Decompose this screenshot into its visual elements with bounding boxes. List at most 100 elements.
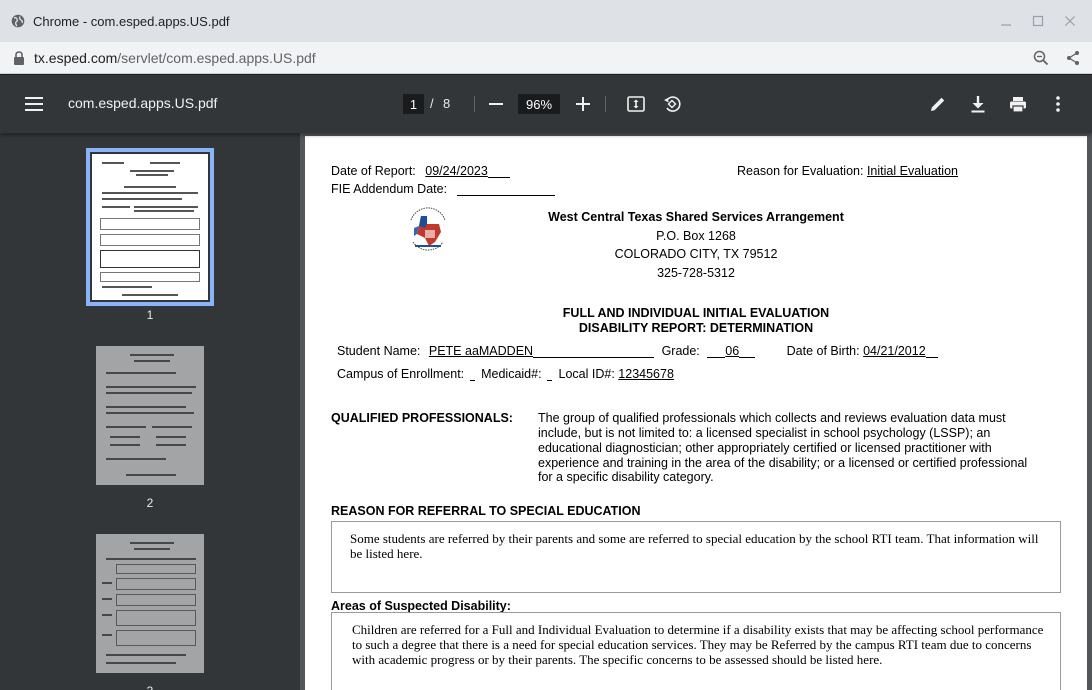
rotate-button[interactable]	[660, 92, 684, 116]
maximize-icon	[1032, 15, 1044, 27]
thumb-line	[102, 634, 112, 636]
org-po: P.O. Box 1268	[656, 229, 736, 243]
thumb-line	[106, 412, 194, 414]
local-id-label: Local ID#:	[558, 367, 615, 381]
download-button[interactable]	[966, 92, 990, 116]
local-id-value: 12345678	[618, 367, 674, 381]
thumb-line	[136, 174, 168, 176]
thumb-box	[100, 272, 200, 282]
pdf-toolbar: com.esped.apps.US.pdf 1 / 8 96%	[0, 75, 1092, 133]
thumb-line	[152, 426, 192, 428]
total-pages: 8	[443, 96, 451, 111]
qualified-line-1: The group of qualified professionals whi…	[538, 411, 1006, 425]
thumb-line	[106, 458, 166, 460]
report-heading-1: FULL AND INDIVIDUAL INITIAL EVALUATION	[562, 306, 830, 320]
thumb-line	[106, 654, 186, 656]
thumb-box	[116, 594, 196, 606]
thumb-line	[110, 436, 140, 438]
underline-blank	[707, 346, 726, 358]
thumb-line	[102, 614, 112, 616]
thumb-line	[134, 360, 170, 362]
url-host: tx.esped.com	[34, 49, 118, 66]
thumb-line	[106, 386, 196, 388]
address-bar[interactable]: tx.esped.com/servlet/com.esped.apps.US.p…	[0, 42, 1092, 74]
qualified-line-4: experience and training in the area of t…	[538, 456, 1028, 470]
print-button[interactable]	[1006, 92, 1030, 116]
thumb-line	[134, 210, 194, 212]
zoom-level-input[interactable]: 96%	[518, 94, 560, 114]
report-heading-2: DISABILITY REPORT: DETERMINATION	[578, 321, 814, 335]
student-name-label: Student Name:	[337, 344, 421, 358]
reason-evaluation-label: Reason for Evaluation:	[737, 164, 864, 178]
thumbnail-label-2: 2	[146, 496, 154, 510]
suspected-disability-text: Children are referred for a Full and Ind…	[352, 622, 1044, 667]
thumbnail-sidebar[interactable]: 1 2 3	[0, 133, 300, 690]
pdf-page: Date of Report: 09/24/2023 Reason for Ev…	[305, 136, 1087, 690]
menu-button[interactable]	[22, 92, 46, 116]
page-thumbnail-3[interactable]	[96, 534, 204, 673]
suspected-disability-box: Children are referred for a Full and Ind…	[331, 612, 1061, 690]
qualified-line-3: educational diagnostician; other appropr…	[538, 441, 992, 455]
referral-box: Some students are referred by their pare…	[331, 521, 1061, 593]
org-phone: 325-728-5312	[657, 266, 735, 280]
thumb-box	[100, 250, 200, 268]
more-vert-icon	[1056, 96, 1060, 112]
thumb-box	[116, 630, 196, 646]
fit-to-page-button[interactable]	[624, 92, 648, 116]
document-name: com.esped.apps.US.pdf	[68, 95, 218, 111]
printer-icon	[1010, 96, 1026, 113]
thumb-line	[106, 426, 146, 428]
qualified-professionals-label: QUALIFIED PROFESSIONALS:	[331, 411, 513, 425]
thumb-line	[156, 436, 186, 438]
grade-value: 06	[725, 344, 740, 358]
thumb-box	[116, 564, 196, 574]
thumb-line	[106, 392, 192, 394]
window-controls	[990, 0, 1086, 42]
thumb-line	[102, 206, 130, 208]
window-title: Chrome - com.esped.apps.US.pdf	[33, 13, 230, 29]
student-info-row: Student Name: PETE aaMADDEN Grade: 06 Da…	[337, 344, 938, 358]
thumb-box	[116, 610, 196, 626]
toolbar-divider	[474, 96, 475, 112]
thumb-line	[102, 162, 124, 164]
org-name: West Central Texas Shared Services Arran…	[305, 210, 1087, 224]
zoom-out-button[interactable]	[484, 92, 508, 116]
minimize-button[interactable]	[990, 7, 1022, 35]
campus-label: Campus of Enrollment:	[337, 367, 465, 381]
page-thumbnail-2[interactable]	[96, 346, 204, 485]
thumb-line	[102, 286, 152, 288]
thumb-line	[130, 354, 174, 356]
dob-value: 04/21/2012	[863, 344, 926, 358]
date-of-report-row: Date of Report: 09/24/2023	[331, 164, 510, 178]
org-city: COLORADO CITY, TX 79512	[614, 247, 778, 261]
thumbnail-label-3: 3	[0, 684, 300, 690]
grade-label: Grade:	[661, 344, 700, 358]
thumb-line	[126, 474, 176, 476]
page-separator: /	[430, 96, 434, 111]
thumb-line	[134, 548, 170, 550]
thumb-line	[102, 582, 112, 584]
org-name-text: West Central Texas Shared Services Arran…	[548, 210, 844, 224]
thumb-line	[130, 170, 174, 172]
more-options-button[interactable]	[1046, 92, 1070, 116]
zoom-button[interactable]	[1030, 47, 1052, 69]
date-of-report-value: 09/24/2023	[425, 164, 488, 178]
minus-icon	[489, 103, 503, 105]
annotate-button[interactable]	[926, 92, 950, 116]
thumb-line	[150, 162, 180, 164]
url-text[interactable]: tx.esped.com/servlet/com.esped.apps.US.p…	[34, 50, 316, 66]
maximize-button[interactable]	[1022, 7, 1054, 35]
close-window-button[interactable]	[1054, 7, 1086, 35]
pdf-viewer[interactable]: Date of Report: 09/24/2023 Reason for Ev…	[300, 133, 1092, 690]
thumb-line	[156, 444, 186, 446]
close-icon	[1065, 16, 1075, 26]
lock-icon[interactable]	[13, 50, 25, 65]
thumb-line	[106, 406, 186, 408]
page-thumbnail-1[interactable]	[86, 148, 214, 306]
thumb-box	[100, 234, 200, 246]
share-button[interactable]	[1062, 47, 1084, 69]
qualified-line-5: for a specific disability category.	[538, 470, 714, 484]
page-number-input[interactable]: 1	[403, 94, 424, 114]
pencil-icon	[931, 97, 945, 111]
zoom-in-button[interactable]	[571, 92, 595, 116]
